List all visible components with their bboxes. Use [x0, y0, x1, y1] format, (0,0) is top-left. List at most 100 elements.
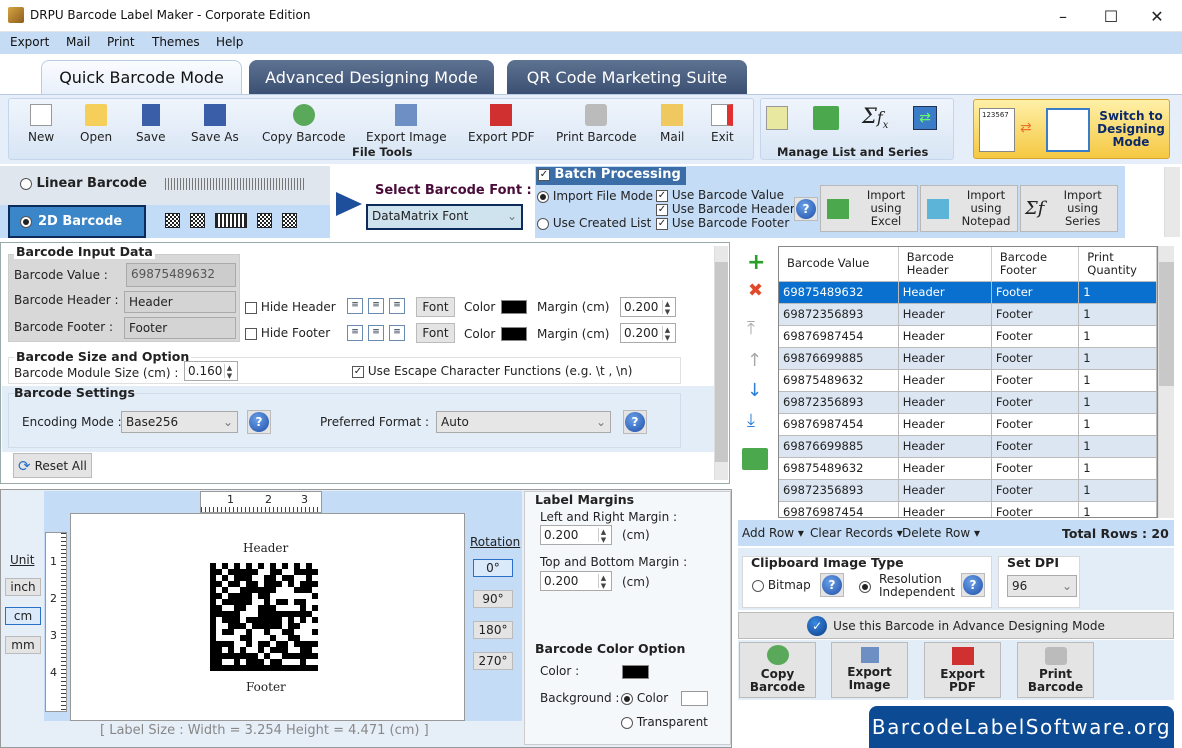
column-header[interactable]: Barcode Header — [898, 247, 992, 281]
table-row[interactable]: 69872356893 Header Footer 1 — [779, 478, 1157, 501]
move-top-icon[interactable]: ⤒ — [747, 318, 755, 339]
table-row[interactable]: 69876699885 Header Footer 1 — [779, 434, 1157, 457]
table-cell[interactable]: Header — [898, 478, 992, 501]
table-cell[interactable]: 69876699885 — [779, 434, 899, 457]
import-series-button[interactable]: Σf Import using Series — [1020, 185, 1118, 232]
export-pdf-action-button[interactable]: Export PDF — [924, 642, 1001, 698]
escape-character-checkbox[interactable]: ✓ Use Escape Character Functions (e.g. \… — [352, 364, 632, 378]
barcode-header-input[interactable]: Header — [124, 291, 236, 313]
table-cell[interactable]: 1 — [1078, 390, 1157, 413]
footer-font-button[interactable]: Font — [416, 323, 455, 343]
table-cell[interactable]: Header — [898, 302, 992, 325]
reset-all-button[interactable]: ⟳ Reset All — [13, 453, 92, 478]
exit-button[interactable]: Exit — [711, 104, 734, 144]
add-icon[interactable]: + — [747, 250, 765, 275]
menu-mail[interactable]: Mail — [66, 35, 90, 49]
print-barcode-action-button[interactable]: Print Barcode — [1017, 642, 1094, 698]
move-bottom-icon[interactable]: ⤓ — [747, 410, 755, 431]
background-color-radio[interactable]: Color — [621, 691, 668, 705]
table-cell[interactable]: 69875489632 — [779, 456, 899, 479]
align-center-icon[interactable]: ≡ — [368, 325, 384, 341]
bitmap-radio[interactable]: Bitmap — [752, 578, 811, 592]
table-cell[interactable]: Footer — [991, 390, 1080, 413]
table-cell[interactable]: Footer — [991, 302, 1080, 325]
dpi-dropdown[interactable]: 96 ⌄ — [1007, 575, 1077, 597]
table-cell[interactable]: Header — [898, 456, 992, 479]
import-excel-button[interactable]: Import using Excel — [820, 185, 918, 232]
table-row[interactable]: 69872356893 Header Footer 1 — [779, 390, 1157, 413]
export-image-action-button[interactable]: Export Image — [831, 642, 908, 698]
encoding-help-button[interactable]: ? — [247, 410, 271, 434]
grid-scrollbar[interactable] — [1158, 246, 1174, 518]
header-font-button[interactable]: Font — [416, 297, 455, 317]
table-cell[interactable]: Footer — [991, 456, 1080, 479]
table-cell[interactable]: 69875489632 — [779, 368, 899, 391]
table-row[interactable]: 69872356893 Header Footer 1 — [779, 302, 1157, 325]
table-row[interactable]: 69876987454 Header Footer 1 — [779, 412, 1157, 435]
column-header[interactable]: Barcode Value — [779, 247, 899, 281]
bitmap-help-button[interactable]: ? — [820, 573, 844, 597]
table-cell[interactable]: Footer — [991, 324, 1080, 347]
linear-barcode-radio[interactable]: Linear Barcode — [20, 176, 147, 191]
export-excel-icon[interactable] — [742, 448, 768, 470]
align-left-icon[interactable]: ≡ — [347, 325, 363, 341]
barcode-value-input[interactable]: 69875489632 — [126, 263, 236, 287]
unit-mm-button[interactable]: mm — [5, 636, 41, 654]
2d-barcode-radio[interactable]: 2D Barcode — [8, 205, 146, 238]
table-cell[interactable]: Header — [898, 390, 992, 413]
preferred-format-dropdown[interactable]: Auto ⌄ — [436, 411, 611, 433]
header-margin-spinner[interactable]: 0.200 ▲ ▼ — [620, 297, 676, 317]
module-size-spinner[interactable]: 0.160 ▲ ▼ — [184, 361, 238, 381]
table-cell[interactable]: 1 — [1078, 500, 1157, 517]
table-cell[interactable]: 69876987454 — [779, 500, 899, 517]
use-in-advance-mode-button[interactable]: ✓ Use this Barcode in Advance Designing M… — [738, 612, 1174, 639]
use-barcode-footer-checkbox[interactable]: ✓ Use Barcode Footer — [656, 216, 789, 230]
table-cell[interactable]: 69872356893 — [779, 302, 899, 325]
resolution-help-button[interactable]: ? — [961, 573, 985, 597]
table-cell[interactable]: 69876699885 — [779, 346, 899, 369]
switch-to-designing-mode-button[interactable]: 123567 ⇄ Switch to Designing Mode — [973, 99, 1170, 159]
delete-icon[interactable]: ✖ — [748, 280, 763, 301]
table-cell[interactable]: Footer — [991, 346, 1080, 369]
edit-list-icon[interactable] — [766, 106, 788, 130]
barcode-font-dropdown[interactable]: DataMatrix Font ⌄ — [366, 204, 523, 230]
table-cell[interactable]: Header — [898, 280, 992, 303]
table-row[interactable]: 69876699885 Header Footer 1 — [779, 346, 1157, 369]
use-created-list-radio[interactable]: Use Created List — [537, 216, 651, 230]
table-cell[interactable]: Header — [898, 346, 992, 369]
series-icon[interactable]: Σfx — [862, 104, 888, 131]
unit-cm-button[interactable]: cm — [5, 607, 41, 625]
move-up-icon[interactable]: ↑ — [747, 350, 762, 371]
batch-help-button[interactable]: ? — [794, 197, 818, 221]
open-button[interactable]: Open — [80, 104, 112, 144]
tab-qr-code-marketing-suite[interactable]: QR Code Marketing Suite — [507, 60, 747, 94]
import-file-mode-radio[interactable]: Import File Mode — [537, 189, 653, 203]
table-cell[interactable]: Footer — [991, 412, 1080, 435]
hide-header-checkbox[interactable]: Hide Header — [245, 300, 336, 314]
import-notepad-button[interactable]: Import using Notepad — [920, 185, 1018, 232]
table-row[interactable]: 69876987454 Header Footer 1 — [779, 500, 1157, 517]
table-cell[interactable]: Footer — [991, 478, 1080, 501]
align-center-icon[interactable]: ≡ — [368, 298, 384, 314]
rotation-180-button[interactable]: 180° — [473, 621, 513, 639]
align-right-icon[interactable]: ≡ — [389, 298, 405, 314]
barcode-footer-input[interactable]: Footer — [124, 317, 236, 339]
copy-barcode-action-button[interactable]: Copy Barcode — [739, 642, 816, 698]
table-cell[interactable]: 1 — [1078, 412, 1157, 435]
batch-processing-checkbox[interactable]: ✓ Batch Processing — [536, 167, 686, 185]
export-image-button[interactable]: Export Image — [366, 104, 447, 144]
table-cell[interactable]: Footer — [991, 368, 1080, 391]
table-cell[interactable]: Footer — [991, 500, 1080, 517]
table-row[interactable]: 69875489632 Header Footer 1 — [779, 456, 1157, 479]
print-barcode-button[interactable]: Print Barcode — [556, 104, 637, 144]
use-barcode-header-checkbox[interactable]: ✓ Use Barcode Header — [656, 202, 795, 216]
menu-print[interactable]: Print — [107, 35, 135, 49]
table-cell[interactable]: 1 — [1078, 346, 1157, 369]
save-as-button[interactable]: Save As — [191, 104, 239, 144]
lr-margin-spinner[interactable]: 0.200 ▲ ▼ — [540, 525, 612, 545]
close-button[interactable]: ✕ — [1134, 0, 1180, 32]
table-cell[interactable]: Header — [898, 500, 992, 517]
table-cell[interactable]: 1 — [1078, 324, 1157, 347]
table-cell[interactable]: 69872356893 — [779, 478, 899, 501]
transparent-radio[interactable]: Transparent — [621, 715, 708, 729]
